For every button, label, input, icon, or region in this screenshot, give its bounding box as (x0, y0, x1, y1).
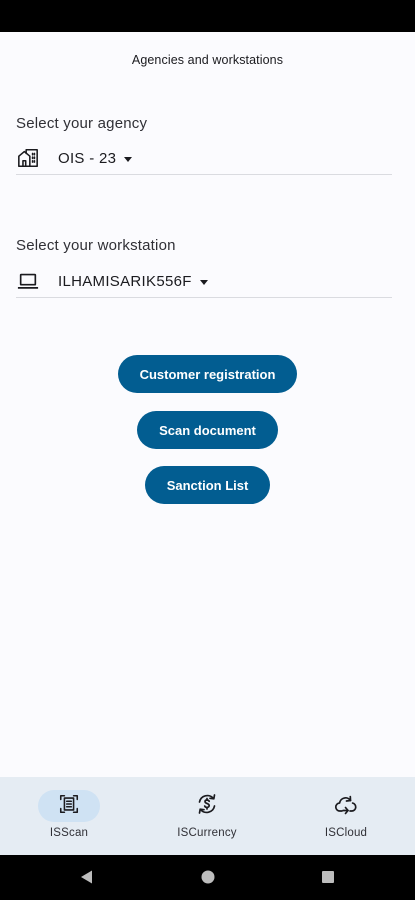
workstation-dropdown[interactable]: ILHAMISARIK556F (16, 265, 392, 298)
workstation-value: ILHAMISARIK556F (58, 272, 192, 290)
home-icon[interactable] (198, 867, 218, 887)
agency-dropdown[interactable]: OIS - 23 (16, 142, 392, 175)
laptop-icon (16, 269, 40, 293)
chevron-down-icon (124, 156, 133, 162)
office-building-icon (16, 146, 40, 170)
nav-item-label: ISCloud (324, 827, 368, 839)
back-icon[interactable] (77, 867, 97, 887)
nav-active-indicator (38, 790, 100, 822)
document-scan-icon (58, 793, 80, 820)
agency-label: Select your agency (16, 115, 148, 132)
chevron-down-icon (199, 279, 208, 285)
nav-item-isscan[interactable]: ISScan (0, 777, 138, 855)
page-title: Agencies and workstations (131, 53, 284, 67)
system-navigation-bar (0, 855, 415, 900)
app-bar: Agencies and workstations (0, 32, 415, 88)
recents-icon[interactable] (318, 867, 338, 887)
sanction-list-button[interactable]: Sanction List (145, 466, 270, 504)
nav-item-label: ISScan (49, 827, 89, 839)
scan-document-button[interactable]: Scan document (137, 411, 278, 449)
currency-exchange-icon (195, 792, 219, 821)
nav-item-iscloud[interactable]: ISCloud (277, 777, 415, 855)
cloud-sync-icon (334, 792, 358, 821)
customer-registration-button[interactable]: Customer registration (118, 355, 297, 393)
agency-value: OIS - 23 (58, 149, 117, 167)
nav-item-iscurrency[interactable]: ISCurrency (138, 777, 276, 855)
bottom-navigation: ISScan ISCurrency ISCloud (0, 777, 415, 855)
nav-item-label: ISCurrency (177, 827, 237, 839)
status-bar (0, 0, 415, 32)
workstation-label: Select your workstation (16, 237, 176, 254)
